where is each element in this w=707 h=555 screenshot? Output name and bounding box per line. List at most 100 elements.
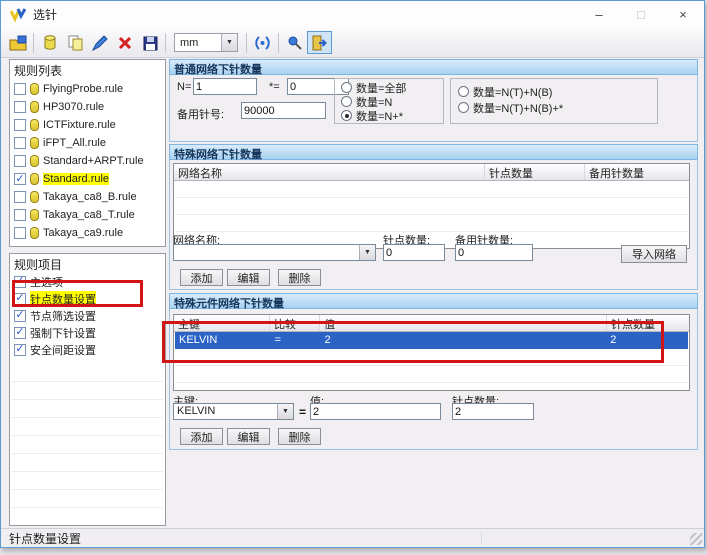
n-label: N= (177, 81, 191, 93)
add-button[interactable]: 添加 (180, 269, 223, 286)
copy-icon[interactable] (62, 31, 87, 54)
checkbox-unchecked[interactable] (14, 155, 26, 167)
rule-item[interactable]: Takaya_ca8_T.rule (12, 206, 163, 224)
checkbox-checked[interactable] (14, 293, 26, 305)
n-input[interactable] (193, 78, 257, 95)
chevron-down-icon[interactable]: ▼ (359, 245, 375, 260)
checkbox-unchecked[interactable] (14, 83, 26, 95)
checkbox-unchecked[interactable] (14, 191, 26, 203)
edit-button[interactable]: 编辑 (227, 428, 270, 445)
rule-list-title: 规则列表 (10, 60, 165, 79)
special-network-table[interactable]: 网络名称 针点数量 备用针数量 (173, 163, 690, 249)
rule-item[interactable]: FlyingProbe.rule (12, 80, 163, 98)
rule-option-item-selected[interactable]: 针点数量设置 (12, 290, 163, 307)
checkbox-checked[interactable] (14, 276, 26, 288)
radio-option[interactable]: 数量=全部 (341, 81, 406, 94)
radio-option[interactable]: 数量=N(T)+N(B) (458, 85, 552, 98)
combobox-value: KELVIN (177, 405, 215, 417)
rule-item[interactable]: Takaya_ca8_B.rule (12, 188, 163, 206)
component-network-table[interactable]: 主键 比较 值 针点数量 KELVIN = 2 2 (173, 314, 690, 391)
column-header[interactable]: 针点数量 (607, 315, 689, 331)
sync-icon[interactable] (250, 31, 275, 54)
checkbox-unchecked[interactable] (14, 137, 26, 149)
database-icon (30, 155, 39, 167)
database-icon[interactable] (37, 31, 62, 54)
chevron-down-icon[interactable]: ▼ (277, 404, 293, 419)
key-combobox[interactable]: KELVIN ▼ (173, 403, 294, 420)
rule-item[interactable]: Standard+ARPT.rule (12, 152, 163, 170)
radio-unselected[interactable] (341, 96, 352, 107)
checkbox-unchecked[interactable] (14, 209, 26, 221)
minimize-button[interactable]: – (578, 1, 620, 28)
pin-qty-input[interactable] (383, 244, 445, 261)
column-header[interactable]: 针点数量 (485, 164, 585, 180)
import-network-button[interactable]: 导入网络 (621, 245, 687, 263)
status-text: 针点数量设置 (9, 530, 81, 547)
column-header[interactable]: 备用针数量 (585, 164, 689, 180)
pin-qty-input[interactable] (452, 403, 534, 420)
delete-button[interactable]: 删除 (278, 428, 321, 445)
column-header[interactable]: 主键 (174, 315, 270, 331)
net-name-combobox[interactable]: ▼ (173, 244, 376, 261)
value-input[interactable] (310, 403, 441, 420)
checkbox-unchecked[interactable] (14, 119, 26, 131)
rule-item[interactable]: HP3070.rule (12, 98, 163, 116)
empty-list-lines (12, 364, 163, 523)
star-label: *= (269, 81, 280, 93)
pin-icon[interactable] (282, 31, 307, 54)
column-header[interactable]: 值 (320, 315, 607, 331)
column-header[interactable]: 网络名称 (174, 164, 485, 180)
checkbox-unchecked[interactable] (14, 101, 26, 113)
rule-item[interactable]: ICTFixture.rule (12, 116, 163, 134)
close-button[interactable]: × (662, 1, 704, 28)
radio-option[interactable]: 数量=N(T)+N(B)+* (458, 101, 563, 114)
database-icon (30, 83, 39, 95)
panel-component-header: 特殊元件网络下针数量 (169, 293, 698, 309)
rule-option-item[interactable]: 强制下针设置 (12, 324, 163, 341)
radio-unselected[interactable] (458, 102, 469, 113)
app-logo-icon (10, 8, 26, 22)
spare-qty-input[interactable] (455, 244, 533, 261)
maximize-button[interactable]: □ (620, 1, 662, 28)
table-header-row: 主键 比较 值 针点数量 (174, 315, 689, 332)
rule-item-selected[interactable]: Standard.rule (12, 170, 163, 188)
rule-item[interactable]: Takaya_ca9.rule (12, 224, 163, 242)
column-header[interactable]: 比较 (270, 315, 320, 331)
chevron-down-icon[interactable]: ▼ (221, 34, 237, 51)
checkbox-checked[interactable] (14, 173, 26, 185)
toolbar-separator (246, 33, 247, 53)
rule-option-item[interactable]: 节点筛选设置 (12, 307, 163, 324)
rule-option-item[interactable]: 主选项 (12, 273, 163, 290)
spare-pin-label: 备用针号: (177, 106, 224, 122)
checkbox-unchecked[interactable] (14, 227, 26, 239)
edit-button[interactable]: 编辑 (227, 269, 270, 286)
spare-pin-input[interactable] (241, 102, 326, 119)
exit-icon[interactable] (307, 31, 332, 54)
table-row-selected[interactable]: KELVIN = 2 2 (175, 332, 688, 349)
radio-option[interactable]: 数量=N (341, 95, 392, 108)
checkbox-checked[interactable] (14, 344, 26, 356)
rule-option-item[interactable]: 安全间距设置 (12, 341, 163, 358)
delete-button[interactable]: 删除 (278, 269, 321, 286)
table-header-row: 网络名称 针点数量 备用针数量 (174, 164, 689, 181)
database-icon (30, 209, 39, 221)
save-icon[interactable] (137, 31, 162, 54)
rule-item[interactable]: iFPT_All.rule (12, 134, 163, 152)
equals-sign: = (299, 405, 306, 419)
toolbar: mm ▼ (1, 28, 704, 58)
checkbox-checked[interactable] (14, 310, 26, 322)
radio-option-selected[interactable]: 数量=N+* (341, 109, 403, 122)
toolbar-separator (33, 33, 34, 53)
toolbar-separator (165, 33, 166, 53)
radio-unselected[interactable] (341, 82, 352, 93)
unit-value: mm (180, 37, 198, 49)
radio-unselected[interactable] (458, 86, 469, 97)
radio-selected[interactable] (341, 110, 352, 121)
edit-pen-icon[interactable] (87, 31, 112, 54)
delete-icon[interactable] (112, 31, 137, 54)
checkbox-checked[interactable] (14, 327, 26, 339)
add-button[interactable]: 添加 (180, 428, 223, 445)
resize-grip[interactable] (690, 533, 702, 545)
unit-dropdown[interactable]: mm ▼ (174, 33, 238, 52)
import-rule-icon[interactable] (5, 31, 30, 54)
